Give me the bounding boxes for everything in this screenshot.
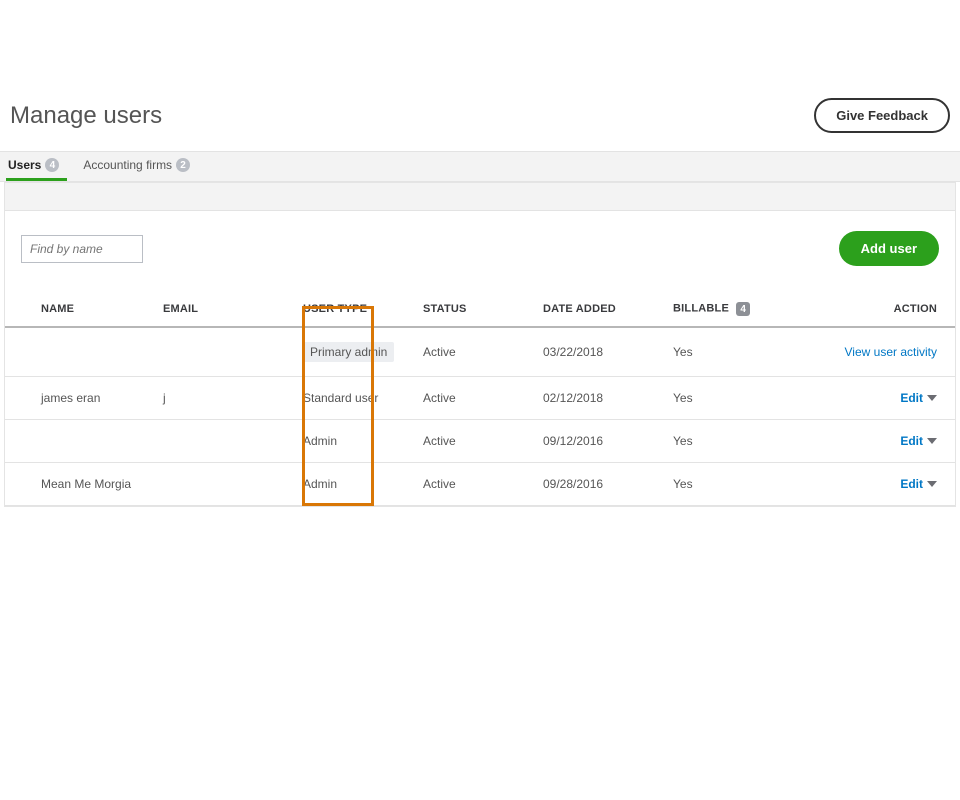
cell-name — [5, 420, 155, 463]
th-status[interactable]: STATUS — [415, 292, 535, 327]
table-header-row: NAME EMAIL USER TYPE STATUS DATE ADDED B… — [5, 292, 955, 327]
edit-label: Edit — [900, 391, 923, 405]
th-date-added[interactable]: DATE ADDED — [535, 292, 665, 327]
cell-status: Active — [415, 463, 535, 506]
toolbar: Add user — [5, 211, 955, 274]
cell-date: 09/12/2016 — [535, 420, 665, 463]
cell-name — [5, 327, 155, 377]
th-email[interactable]: EMAIL — [155, 292, 295, 327]
cell-usertype: Admin — [295, 420, 415, 463]
edit-label: Edit — [900, 477, 923, 491]
cell-action: View user activity — [815, 327, 955, 377]
cell-status: Active — [415, 420, 535, 463]
users-table: NAME EMAIL USER TYPE STATUS DATE ADDED B… — [5, 292, 955, 506]
edit-button[interactable]: Edit — [900, 477, 937, 491]
cell-action: Edit — [815, 420, 955, 463]
cell-status: Active — [415, 377, 535, 420]
edit-label: Edit — [900, 434, 923, 448]
view-user-activity-link[interactable]: View user activity — [845, 345, 937, 359]
tab-accounting-firms-count: 2 — [176, 158, 190, 172]
content-gap — [5, 183, 955, 211]
cell-action: Edit — [815, 463, 955, 506]
cell-email — [155, 463, 295, 506]
give-feedback-button[interactable]: Give Feedback — [814, 98, 950, 133]
th-name[interactable]: NAME — [5, 292, 155, 327]
tab-accounting-firms[interactable]: Accounting firms 2 — [81, 152, 198, 181]
search-input[interactable] — [21, 235, 143, 263]
edit-button[interactable]: Edit — [900, 434, 937, 448]
cell-billable: Yes — [665, 420, 815, 463]
chevron-down-icon — [927, 481, 937, 487]
usertype-pill: Primary admin — [303, 342, 394, 362]
th-action: ACTION — [815, 292, 955, 327]
tabs-bar: Users 4 Accounting firms 2 — [0, 151, 960, 182]
chevron-down-icon — [927, 395, 937, 401]
table-row: Mean Me Morgia Admin Active 09/28/2016 Y… — [5, 463, 955, 506]
table-row: Primary admin Active 03/22/2018 Yes View… — [5, 327, 955, 377]
tab-users-count: 4 — [45, 158, 59, 172]
page-root: Manage users Give Feedback Users 4 Accou… — [0, 80, 960, 507]
edit-button[interactable]: Edit — [900, 391, 937, 405]
content-area: Add user NAME EMAIL USER TYPE STATUS DAT… — [4, 182, 956, 507]
cell-billable: Yes — [665, 377, 815, 420]
cell-email: j — [155, 377, 295, 420]
cell-name: james eran — [5, 377, 155, 420]
page-title: Manage users — [10, 102, 162, 130]
cell-billable: Yes — [665, 327, 815, 377]
th-billable-badge: 4 — [736, 302, 750, 316]
cell-usertype: Primary admin — [295, 327, 415, 377]
table-row: Admin Active 09/12/2016 Yes Edit — [5, 420, 955, 463]
cell-name: Mean Me Morgia — [5, 463, 155, 506]
th-usertype[interactable]: USER TYPE — [295, 292, 415, 327]
cell-date: 02/12/2018 — [535, 377, 665, 420]
tab-users[interactable]: Users 4 — [6, 152, 67, 181]
cell-date: 03/22/2018 — [535, 327, 665, 377]
cell-billable: Yes — [665, 463, 815, 506]
table-row: james eran j Standard user Active 02/12/… — [5, 377, 955, 420]
cell-email — [155, 420, 295, 463]
add-user-button[interactable]: Add user — [839, 231, 939, 266]
cell-status: Active — [415, 327, 535, 377]
th-billable-label: BILLABLE — [673, 303, 729, 315]
tab-users-label: Users — [8, 158, 41, 172]
chevron-down-icon — [927, 438, 937, 444]
cell-usertype: Admin — [295, 463, 415, 506]
page-header: Manage users Give Feedback — [0, 80, 960, 151]
cell-action: Edit — [815, 377, 955, 420]
cell-usertype: Standard user — [295, 377, 415, 420]
th-billable[interactable]: BILLABLE 4 — [665, 292, 815, 327]
tab-accounting-firms-label: Accounting firms — [83, 158, 172, 172]
cell-date: 09/28/2016 — [535, 463, 665, 506]
cell-email — [155, 327, 295, 377]
